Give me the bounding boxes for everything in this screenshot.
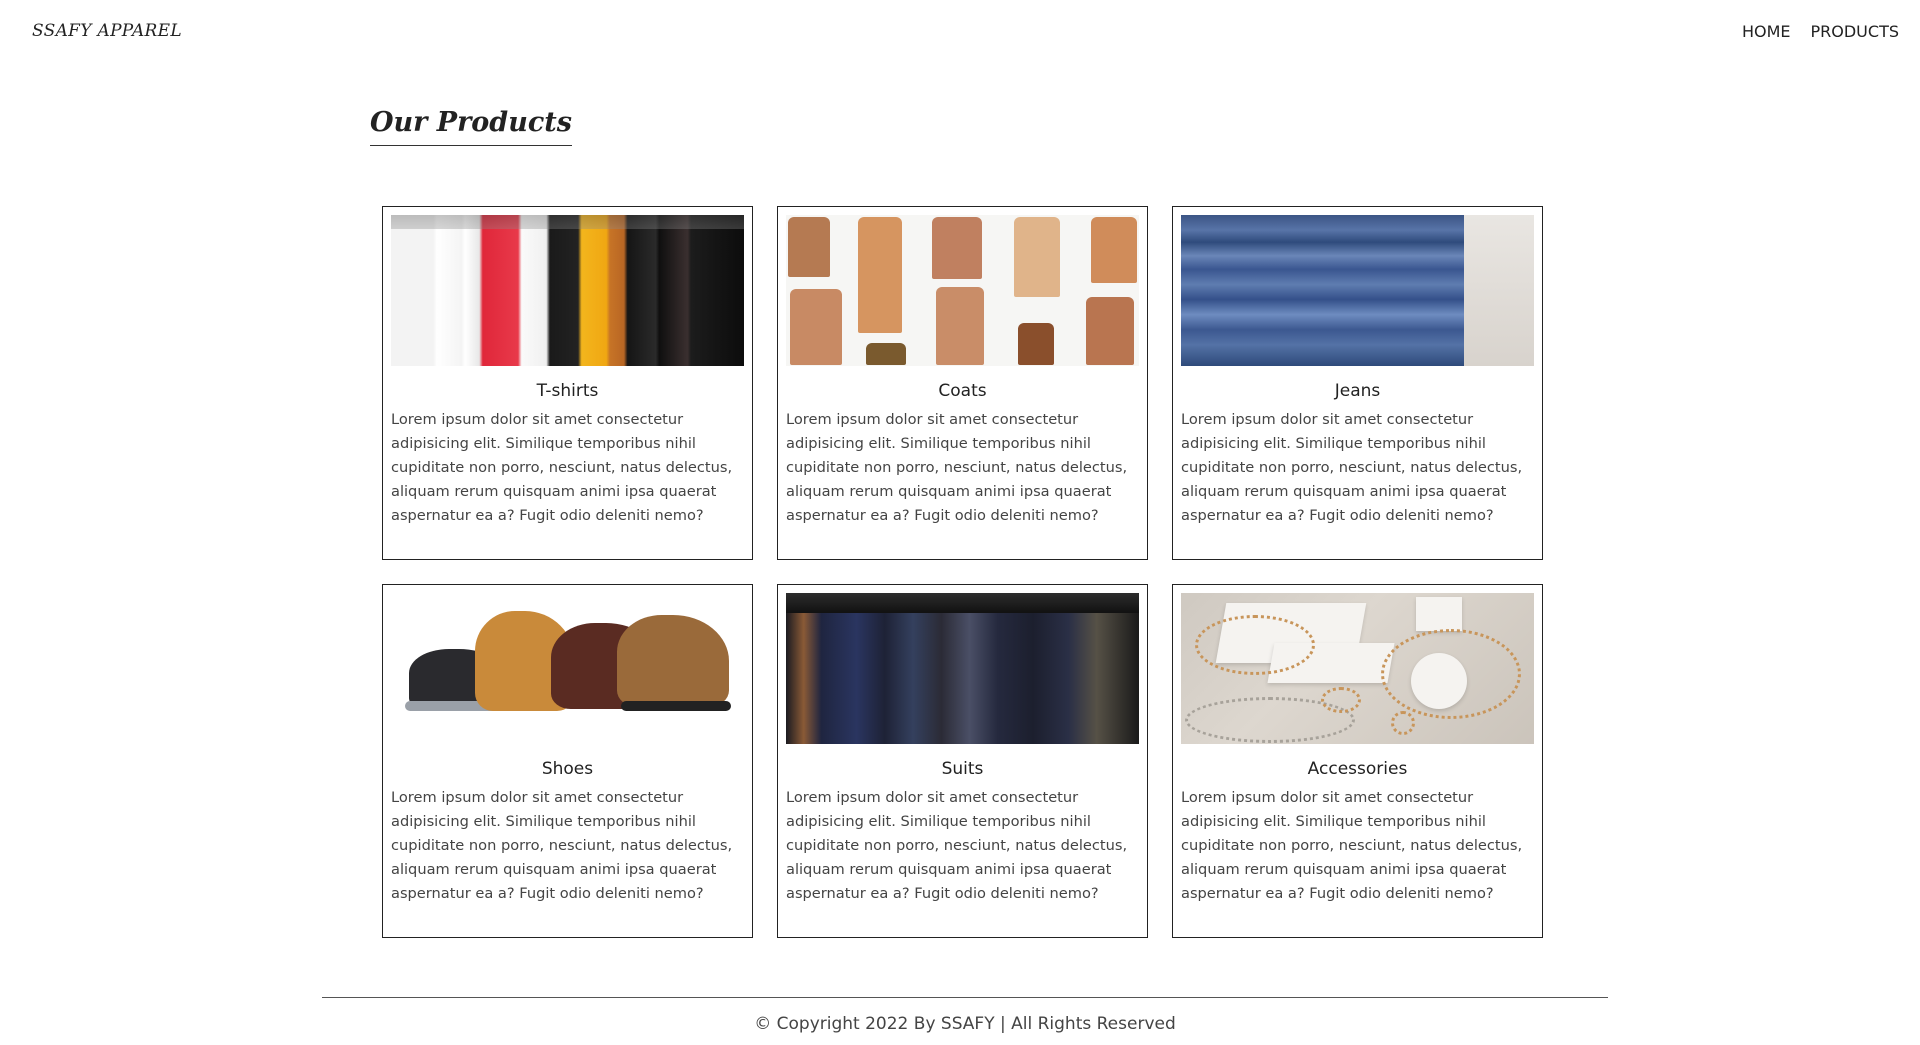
product-description: Lorem ipsum dolor sit amet consectetur a… [391,411,733,524]
product-card-suits[interactable]: Suits Lorem ipsum dolor sit amet consect… [777,584,1148,938]
product-description: Lorem ipsum dolor sit amet consectetur a… [391,789,733,902]
suits-photo [786,593,1139,744]
top-navbar: SSAFY APPAREL HOME PRODUCTS [0,0,1920,62]
section-title: Our Products [370,107,572,146]
accessories-photo [1181,593,1534,744]
product-card-accessories[interactable]: Accessories Lorem ipsum dolor sit amet c… [1172,584,1543,938]
nav-links: HOME PRODUCTS [1742,22,1899,41]
jeans-photo [1181,215,1534,366]
product-grid: T-shirts Lorem ipsum dolor sit amet cons… [382,206,1543,938]
product-title: T-shirts [536,381,599,401]
nav-link-home[interactable]: HOME [1742,22,1791,41]
product-card-tshirts[interactable]: T-shirts Lorem ipsum dolor sit amet cons… [382,206,753,560]
nav-link-products[interactable]: PRODUCTS [1811,22,1900,41]
product-description: Lorem ipsum dolor sit amet consectetur a… [786,789,1128,902]
product-title: Jeans [1334,381,1381,401]
product-title: Coats [938,381,987,401]
tshirts-photo [391,215,744,366]
product-card-coats[interactable]: Coats Lorem ipsum dolor sit amet consect… [777,206,1148,560]
product-card-shoes[interactable]: Shoes Lorem ipsum dolor sit amet consect… [382,584,753,938]
footer-divider [322,997,1608,998]
product-description: Lorem ipsum dolor sit amet consectetur a… [786,411,1128,524]
product-title: Suits [941,759,984,779]
product-card-jeans[interactable]: Jeans Lorem ipsum dolor sit amet consect… [1172,206,1543,560]
footer-copyright: © Copyright 2022 By SSAFY | All Rights R… [754,1014,1176,1034]
brand-logo[interactable]: SSAFY APPAREL [32,21,182,41]
shoes-photo [391,593,744,744]
product-title: Shoes [541,759,594,779]
product-description: Lorem ipsum dolor sit amet consectetur a… [1181,789,1523,902]
product-title: Accessories [1307,759,1408,779]
coats-photo [786,215,1139,366]
product-description: Lorem ipsum dolor sit amet consectetur a… [1181,411,1523,524]
